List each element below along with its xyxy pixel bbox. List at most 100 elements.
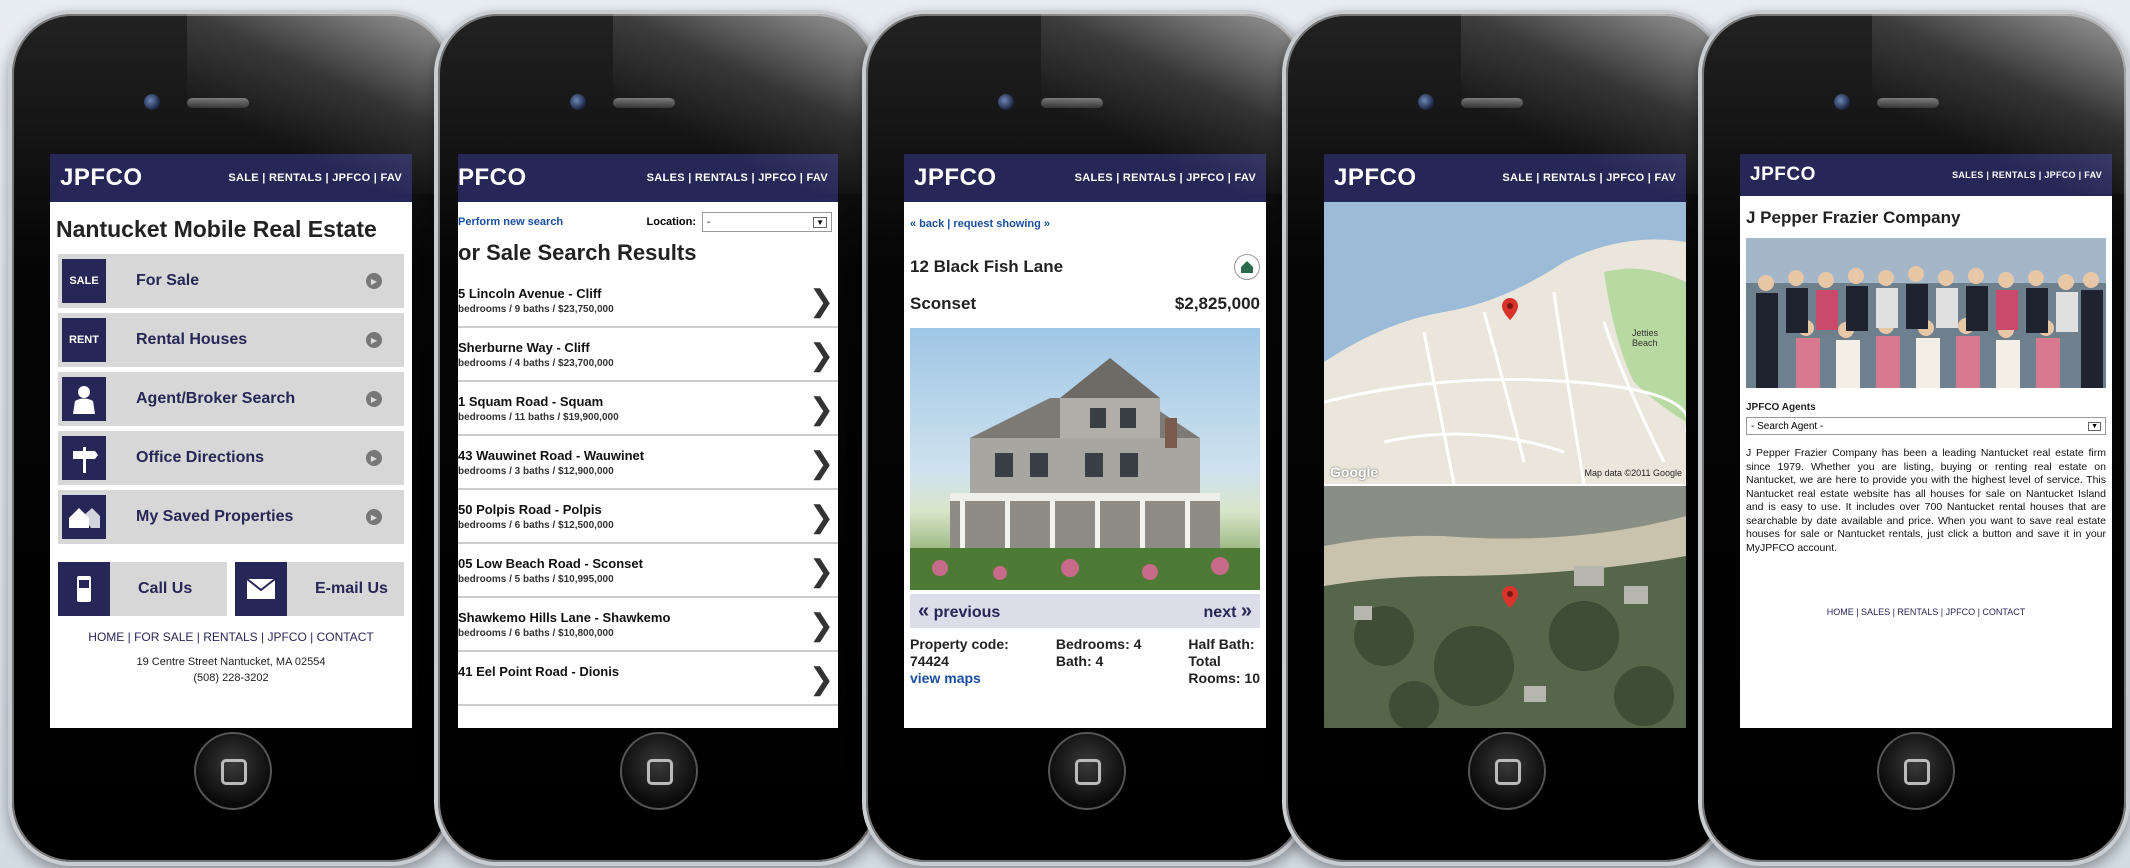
- arrow-right-icon: ▶: [366, 450, 382, 466]
- menu-item-rental-houses[interactable]: RENT Rental Houses ▶: [58, 313, 404, 367]
- phone-icon: [58, 562, 110, 616]
- house-badge-icon[interactable]: [1234, 254, 1260, 280]
- call-us-label: Call Us: [138, 580, 193, 597]
- house-illustration: [910, 358, 1260, 590]
- footer-links[interactable]: HOME | SALES | RENTALS | JPFCO | CONTACT: [1740, 607, 2112, 617]
- company-description: J Pepper Frazier Company has been a lead…: [1746, 447, 2106, 554]
- address-line: 19 Centre Street Nantucket, MA 02554: [136, 656, 326, 668]
- result-row[interactable]: 05 Low Beach Road - Sconset bedrooms / 5 …: [458, 544, 838, 598]
- location-select[interactable]: - ▼: [702, 212, 832, 232]
- code-value: 74424: [910, 653, 949, 669]
- app-header: JPFCO SALES | RENTALS | JPFCO | FAV: [904, 154, 1266, 202]
- results-list: 5 Lincoln Avenue - Cliff bedrooms / 9 bat…: [458, 274, 838, 706]
- call-us-button[interactable]: Call Us: [58, 562, 227, 616]
- screen-search-results: PFCO SALES | RENTALS | JPFCO | FAV Perfo…: [458, 154, 838, 728]
- satellite-map[interactable]: [1324, 486, 1686, 728]
- result-row[interactable]: 5 Lincoln Avenue - Cliff bedrooms / 9 bat…: [458, 274, 838, 328]
- view-maps-link[interactable]: view maps: [910, 670, 1009, 687]
- camera-icon: [1418, 94, 1434, 110]
- footer-links[interactable]: HOME | FOR SALE | RENTALS | JPFCO | CONT…: [50, 630, 412, 644]
- screen-map: JPFCO SALE | RENTALS | JPFCO | FAV Jetti…: [1324, 154, 1686, 728]
- menu-label: My Saved Properties: [136, 508, 294, 525]
- dropdown-arrow-icon: ▼: [813, 216, 827, 228]
- agent-select[interactable]: - Search Agent - ▼: [1746, 417, 2106, 435]
- home-button[interactable]: [1468, 732, 1546, 810]
- agent-icon: [62, 377, 106, 421]
- result-address: 43 Wauwinet Road - Wauwinet: [458, 448, 645, 463]
- page-title: J Pepper Frazier Company: [1746, 208, 1961, 227]
- camera-icon: [998, 94, 1014, 110]
- result-row[interactable]: 1 Squam Road - Squam bedrooms / 11 baths …: [458, 382, 838, 436]
- home-button[interactable]: [194, 732, 272, 810]
- result-row[interactable]: 50 Polpis Road - Polpis bedrooms / 6 bath…: [458, 490, 838, 544]
- result-details: bedrooms / 5 baths / $10,995,000: [458, 574, 614, 585]
- screen-property-detail: JPFCO SALES | RENTALS | JPFCO | FAV « ba…: [904, 154, 1266, 728]
- next-button[interactable]: next »: [1204, 600, 1252, 623]
- rooms: Rooms: 10: [1188, 670, 1260, 686]
- property-address: 12 Black Fish Lane: [910, 257, 1064, 276]
- chevron-right-icon: ❯: [808, 447, 834, 480]
- email-us-label: E-mail Us: [315, 580, 388, 597]
- email-us-button[interactable]: E-mail Us: [235, 562, 404, 616]
- top-nav[interactable]: SALES | RENTALS | JPFCO | FAV: [1952, 170, 2102, 180]
- speaker-grille: [613, 98, 675, 108]
- property-photo[interactable]: [910, 328, 1260, 590]
- result-address: 05 Low Beach Road - Sconset: [458, 556, 643, 571]
- arrow-right-icon: ▶: [366, 509, 382, 525]
- logo[interactable]: JPFCO: [1750, 164, 1816, 186]
- result-address: 50 Polpis Road - Polpis: [458, 502, 602, 517]
- logo[interactable]: JPFCO: [60, 164, 143, 192]
- top-nav[interactable]: SALES | RENTALS | JPFCO | FAV: [1075, 172, 1256, 184]
- for-sale-sign-icon: SALE: [62, 259, 106, 303]
- result-address: 5 Lincoln Avenue - Cliff: [458, 286, 602, 301]
- chevron-right-icon: ❯: [808, 555, 834, 588]
- map-pin-icon[interactable]: [1502, 298, 1518, 320]
- logo[interactable]: PFCO: [458, 164, 527, 192]
- team-photo: [1746, 238, 2106, 388]
- menu-label: For Sale: [136, 272, 200, 289]
- result-address: Sherburne Way - Cliff: [458, 340, 590, 355]
- app-header: JPFCO SALES | RENTALS | JPFCO | FAV: [1740, 154, 2112, 196]
- beach-label: Jetties Beach: [1632, 328, 1659, 348]
- phone-about: JPFCO SALES | RENTALS | JPFCO | FAV J Pe…: [1698, 10, 2130, 866]
- chevron-right-icon: ❯: [808, 663, 834, 696]
- property-price: $2,825,000: [1174, 294, 1260, 313]
- menu-label: Agent/Broker Search: [136, 390, 296, 407]
- previous-button[interactable]: « previous: [918, 600, 1000, 623]
- home-button[interactable]: [1048, 732, 1126, 810]
- signpost-icon: [62, 436, 106, 480]
- home-button[interactable]: [1877, 732, 1955, 810]
- footer-address: 19 Centre Street Nantucket, MA 02554 (50…: [50, 654, 412, 686]
- top-nav[interactable]: SALE | RENTALS | JPFCO | FAV: [228, 172, 402, 184]
- top-nav[interactable]: SALE | RENTALS | JPFCO | FAV: [1502, 172, 1676, 184]
- code-label: Property code:: [910, 636, 1009, 652]
- new-search-link[interactable]: Perform new search: [458, 216, 563, 228]
- phone-home: JPFCO SALE | RENTALS | JPFCO | FAV Nantu…: [8, 10, 454, 866]
- menu-item-saved-properties[interactable]: My Saved Properties ▶: [58, 490, 404, 544]
- logo[interactable]: JPFCO: [914, 164, 997, 192]
- camera-icon: [1834, 94, 1850, 110]
- camera-icon: [570, 94, 586, 110]
- result-row[interactable]: 41 Eel Point Road - Dionis ❯: [458, 652, 838, 706]
- arrow-right-icon: ▶: [366, 332, 382, 348]
- result-row[interactable]: Shawkemo Hills Lane - Shawkemo bedrooms /…: [458, 598, 838, 652]
- result-row[interactable]: Sherburne Way - Cliff bedrooms / 4 baths …: [458, 328, 838, 382]
- arrow-right-icon: ▶: [366, 391, 382, 407]
- chevron-right-icon: ❯: [808, 609, 834, 642]
- street-map[interactable]: Jetties Beach Google Map data ©2011 Goog…: [1324, 202, 1686, 484]
- logo[interactable]: JPFCO: [1334, 164, 1417, 192]
- back-request-links[interactable]: « back | request showing »: [904, 202, 1266, 230]
- menu-item-agent-search[interactable]: Agent/Broker Search ▶: [58, 372, 404, 426]
- google-logo: Google: [1330, 464, 1379, 480]
- team-photo-graphic: [1746, 238, 2106, 388]
- result-row[interactable]: 43 Wauwinet Road - Wauwinet bedrooms / 3 …: [458, 436, 838, 490]
- for-rent-sign-icon: RENT: [62, 318, 106, 362]
- menu-item-office-directions[interactable]: Office Directions ▶: [58, 431, 404, 485]
- speaker-grille: [1461, 98, 1523, 108]
- result-address: Shawkemo Hills Lane - Shawkemo: [458, 610, 671, 625]
- home-button[interactable]: [620, 732, 698, 810]
- menu-item-for-sale[interactable]: SALE For Sale ▶: [58, 254, 404, 308]
- phone-number[interactable]: (508) 228-3202: [50, 670, 412, 686]
- top-nav[interactable]: SALES | RENTALS | JPFCO | FAV: [647, 172, 828, 184]
- map-pin-icon[interactable]: [1502, 586, 1518, 608]
